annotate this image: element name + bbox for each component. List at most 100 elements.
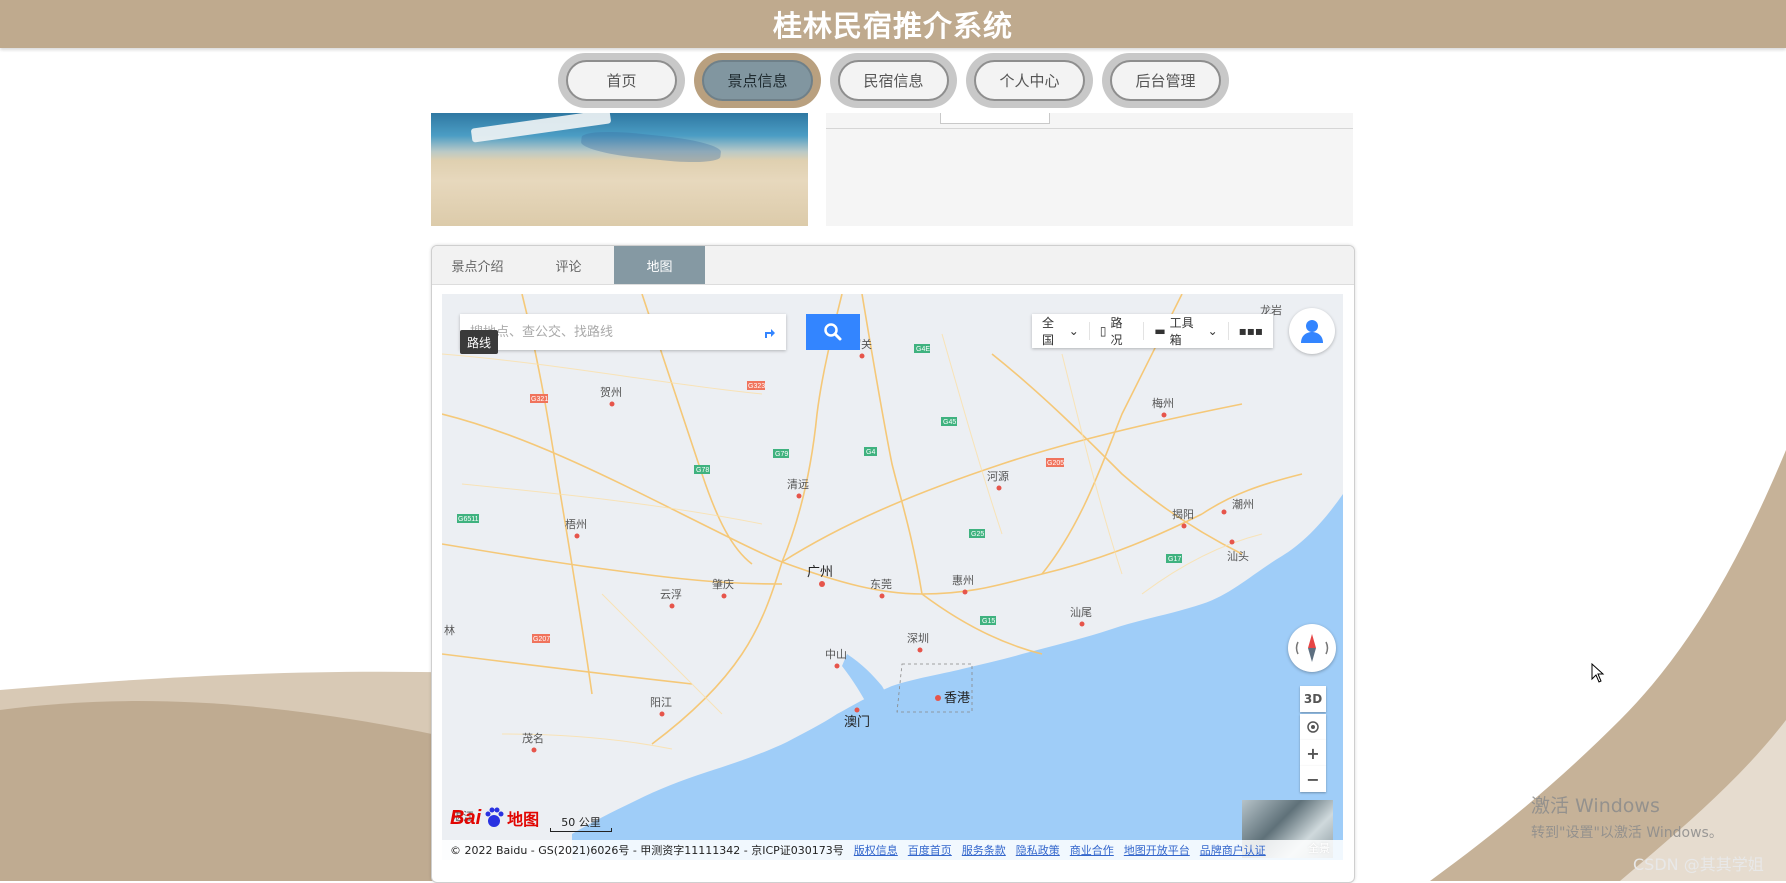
three-d-button[interactable]: 3D (1300, 686, 1326, 712)
traffic-light-icon: ▯ (1099, 324, 1107, 338)
road-badge-g78: G78 (696, 467, 709, 474)
road-badge-g323: G323 (748, 383, 765, 390)
city-label-huizhou: 惠州 (952, 573, 974, 587)
link-merchant-cert[interactable]: 品牌商户认证 (1200, 842, 1266, 858)
nav-home[interactable]: 首页 (558, 53, 685, 108)
road-badge-g17: G17 (1168, 556, 1181, 563)
city-label-lin: 林 (444, 623, 455, 637)
search-icon (824, 323, 842, 341)
road-badge-g205: G205 (1047, 460, 1064, 467)
baidu-map-label: 地图 (507, 810, 540, 829)
nav-homestays-label: 民宿信息 (838, 60, 949, 101)
road-badge-g79: G79 (775, 451, 788, 458)
nav-admin[interactable]: 后台管理 (1102, 53, 1229, 108)
city-label-jieyang: 揭阳 (1172, 507, 1194, 521)
nav-homestays[interactable]: 民宿信息 (830, 53, 957, 108)
route-tooltip: 路线 (460, 330, 498, 354)
baidu-paw-icon (485, 807, 504, 827)
compass-control[interactable] (1288, 624, 1336, 672)
panel-button-edge[interactable] (940, 113, 1050, 124)
message-button[interactable]: ▪▪▪ (1229, 314, 1273, 348)
baidu-logo: Bai 地图 (450, 806, 539, 830)
map-search-button[interactable] (806, 314, 860, 350)
image-shadow (580, 127, 722, 167)
region-selector[interactable]: 全国 ⌄ (1032, 314, 1089, 348)
city-label-zhaoqing: 肇庆 (712, 577, 734, 591)
city-label-dongguan: 东莞 (870, 578, 892, 591)
road-badge-g25: G25 (971, 531, 984, 538)
tab-intro[interactable]: 景点介绍 (432, 246, 523, 284)
detail-tabs-card: 景点介绍 评论 地图 广州 东莞 深圳 惠州 香港 澳门 中山 肇庆 清远 河源… (431, 245, 1355, 883)
chevron-down-icon: ⌄ (1068, 324, 1079, 338)
city-label-guangzhou: 广州 (807, 564, 833, 579)
city-label-yunfu: 云浮 (660, 588, 682, 601)
link-baidu-home[interactable]: 百度首页 (908, 842, 952, 858)
tab-comments[interactable]: 评论 (523, 246, 614, 284)
baidu-logo-text: Bai (450, 806, 482, 829)
road-badge-g45: G45 (943, 419, 956, 426)
site-header: 桂林民宿推介系统 (0, 0, 1786, 48)
csdn-watermark: CSDN @其其学姐 (1633, 855, 1764, 874)
map-toolbar: 全国 ⌄ ▯ 路况 ▬ 工具箱 ⌄ ▪▪▪ (1032, 314, 1273, 348)
city-label-macau: 澳门 (844, 714, 870, 729)
zoom-out-button[interactable]: − (1300, 766, 1326, 792)
map-search-box (460, 314, 786, 350)
locate-button[interactable] (1300, 714, 1326, 740)
link-privacy[interactable]: 隐私政策 (1016, 842, 1060, 858)
message-icon: ▪▪▪ (1238, 324, 1264, 338)
city-label-qingyuan: 清远 (787, 478, 809, 491)
map-scale-bar (550, 828, 612, 832)
city-label-heyuan: 河源 (987, 469, 1009, 483)
region-label: 全国 (1042, 316, 1055, 347)
road-badge-g4e: G4E (916, 346, 930, 353)
road-badge-g6511: G6511 (458, 516, 479, 523)
site-title: 桂林民宿推介系统 (772, 9, 1013, 43)
link-copyright-info[interactable]: 版权信息 (854, 842, 898, 858)
traffic-toggle[interactable]: ▯ 路况 (1090, 314, 1144, 348)
city-label-hongkong: 香港 (944, 690, 970, 705)
tab-bar: 景点介绍 评论 地图 (432, 246, 1354, 285)
city-label-shanwei: 汕尾 (1070, 606, 1092, 619)
road-badge-g321: G321 (531, 396, 548, 403)
city-label-shenzhen: 深圳 (907, 632, 929, 645)
toolbox-label: 工具箱 (1169, 316, 1194, 347)
map-search-input[interactable] (460, 316, 753, 348)
city-label-shantou: 汕头 (1227, 550, 1249, 563)
nav-admin-label: 后台管理 (1110, 60, 1221, 101)
main-nav: 首页 景点信息 民宿信息 个人中心 后台管理 (558, 53, 1229, 108)
route-button[interactable] (752, 314, 786, 350)
road-badge-g4: G4 (866, 449, 875, 456)
city-label-meizhou: 梅州 (1152, 396, 1174, 410)
panel-divider (826, 128, 1353, 129)
toolbox-icon: ▬ (1154, 324, 1166, 338)
traffic-label: 路况 (1110, 316, 1123, 347)
toolbox-menu[interactable]: ▬ 工具箱 ⌄ (1144, 314, 1227, 348)
map-copyright-bar: © 2022 Baidu - GS(2021)6026号 - 甲测资字11111… (442, 840, 1343, 860)
nav-attractions[interactable]: 景点信息 (694, 53, 821, 108)
nav-profile-label: 个人中心 (974, 60, 1085, 101)
road-badge-g207: G207 (533, 636, 550, 643)
tab-map[interactable]: 地图 (614, 246, 705, 284)
zoom-in-button[interactable]: + (1300, 740, 1326, 766)
nav-profile[interactable]: 个人中心 (966, 53, 1093, 108)
activation-line-2: 转到"设置"以激活 Windows。 (1531, 825, 1723, 841)
windows-activation-watermark: 激活 Windows 转到"设置"以激活 Windows。 (1531, 791, 1723, 842)
attraction-image (431, 113, 808, 226)
copyright-text: © 2022 Baidu - GS(2021)6026号 - 甲测资字11111… (450, 844, 844, 857)
route-arrow-icon (765, 329, 776, 338)
link-open-platform[interactable]: 地图开放平台 (1124, 842, 1190, 858)
link-business[interactable]: 商业合作 (1070, 842, 1114, 858)
mouse-cursor-icon (1591, 663, 1605, 683)
map-canvas[interactable]: 广州 东莞 深圳 惠州 香港 澳门 中山 肇庆 清远 河源 梅州 揭阳 潮州 汕… (442, 294, 1343, 860)
road-badge-g15: G15 (982, 618, 995, 625)
city-label-yangjiang: 阳江 (650, 696, 672, 709)
nav-home-label: 首页 (566, 60, 677, 101)
user-icon (1301, 320, 1323, 343)
baidu-map[interactable]: 广州 东莞 深圳 惠州 香港 澳门 中山 肇庆 清远 河源 梅州 揭阳 潮州 汕… (442, 294, 1343, 860)
nav-attractions-label: 景点信息 (702, 60, 813, 101)
link-terms[interactable]: 服务条款 (962, 842, 1006, 858)
city-label-chaozhou: 潮州 (1232, 497, 1254, 511)
locate-icon (1307, 721, 1319, 733)
city-label-maoming: 茂名 (522, 731, 544, 745)
user-avatar-button[interactable] (1289, 308, 1335, 354)
